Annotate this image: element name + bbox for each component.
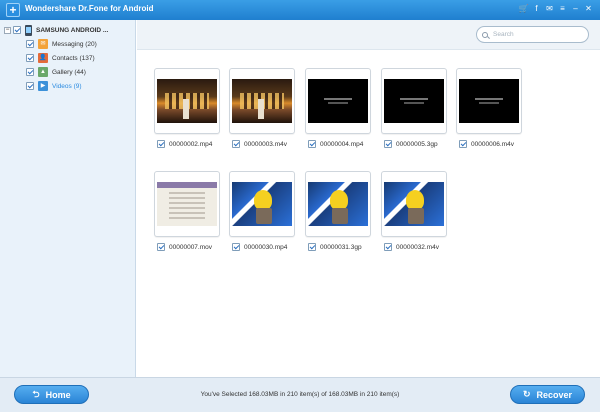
- video-filename: 00000005.3gp: [396, 140, 438, 148]
- sidebar-item-contacts[interactable]: 👤 Contacts (137): [26, 52, 95, 64]
- video-preview-image: [157, 79, 217, 123]
- cart-icon[interactable]: 🛒: [518, 3, 529, 15]
- video-preview-image: [232, 182, 292, 226]
- search-icon: [482, 31, 488, 38]
- video-thumbnail[interactable]: [456, 68, 522, 134]
- video-checkbox[interactable]: [232, 243, 240, 251]
- video-checkbox[interactable]: [459, 140, 467, 148]
- video-thumbnail[interactable]: [229, 68, 295, 134]
- video-item[interactable]: 00000003.m4v: [229, 68, 295, 149]
- sidebar-item-gallery[interactable]: ▲ Gallery (44): [26, 66, 86, 78]
- video-preview-image: [308, 182, 368, 226]
- bottom-bar: ⮌ Home You've Selected 168.03MB in 210 i…: [0, 377, 600, 412]
- video-thumbnail[interactable]: [154, 68, 220, 134]
- video-filename: 00000007.mov: [169, 243, 213, 251]
- messaging-checkbox[interactable]: [26, 40, 34, 48]
- video-preview-image: [157, 182, 217, 226]
- collapse-toggle-icon[interactable]: −: [4, 26, 11, 34]
- sidebar-item-label: Messaging (20): [52, 40, 97, 48]
- videos-icon: ▶: [38, 81, 48, 91]
- video-preview-image: [459, 79, 519, 123]
- contacts-checkbox[interactable]: [26, 54, 34, 62]
- videos-checkbox[interactable]: [26, 82, 34, 90]
- title-bar: + Wondershare Dr.Fone for Android 🛒 f ✉ …: [0, 0, 600, 20]
- video-thumbnail[interactable]: [381, 171, 447, 237]
- video-filename: 00000003.m4v: [244, 140, 288, 148]
- video-preview-image: [232, 79, 292, 123]
- device-label: SAMSUNG ANDROID ...: [36, 26, 109, 34]
- recover-button-label: Recover: [536, 389, 573, 400]
- video-filename: 00000002.mp4: [169, 140, 213, 148]
- gallery-checkbox[interactable]: [26, 68, 34, 76]
- video-filename: 00000006.m4v: [471, 140, 515, 148]
- video-item[interactable]: 00000002.mp4: [154, 68, 220, 149]
- video-checkbox[interactable]: [384, 140, 392, 148]
- search-placeholder: Search: [493, 31, 514, 38]
- feedback-icon[interactable]: ✉: [544, 3, 555, 15]
- video-item[interactable]: 00000005.3gp: [381, 68, 447, 149]
- video-preview-image: [384, 79, 444, 123]
- video-preview-image: [308, 79, 368, 123]
- facebook-icon[interactable]: f: [531, 3, 542, 15]
- video-thumbnail[interactable]: [381, 68, 447, 134]
- sidebar-item-label: Contacts (137): [52, 54, 95, 62]
- video-thumbnail[interactable]: [154, 171, 220, 237]
- file-grid-panel: Search 00000002.mp4 00000003.m4v 0000000…: [137, 20, 600, 377]
- category-sidebar: − SAMSUNG ANDROID ... ✉ Messaging (20) 👤…: [0, 20, 136, 377]
- device-node[interactable]: − SAMSUNG ANDROID ...: [4, 24, 108, 36]
- contacts-icon: 👤: [38, 53, 48, 63]
- video-checkbox[interactable]: [232, 140, 240, 148]
- gallery-icon: ▲: [38, 67, 48, 77]
- video-checkbox[interactable]: [157, 140, 165, 148]
- sidebar-item-messaging[interactable]: ✉ Messaging (20): [26, 38, 97, 50]
- video-item[interactable]: 00000004.mp4: [305, 68, 371, 149]
- close-icon[interactable]: ✕: [583, 3, 594, 15]
- messaging-icon: ✉: [38, 39, 48, 49]
- video-item[interactable]: 00000032.m4v: [381, 171, 447, 252]
- device-checkbox[interactable]: [13, 26, 21, 34]
- video-thumbnail[interactable]: [305, 68, 371, 134]
- app-logo-icon: +: [6, 3, 20, 17]
- video-item[interactable]: 00000007.mov: [154, 171, 220, 252]
- sidebar-item-label: Gallery (44): [52, 68, 86, 76]
- minimize-icon[interactable]: –: [570, 3, 581, 15]
- menu-icon[interactable]: ≡: [557, 3, 568, 15]
- video-checkbox[interactable]: [308, 140, 316, 148]
- video-item[interactable]: 00000030.mp4: [229, 171, 295, 252]
- recover-button[interactable]: ↻ Recover: [510, 385, 585, 404]
- recover-icon: ↻: [522, 389, 531, 399]
- video-filename: 00000004.mp4: [320, 140, 364, 148]
- titlebar-controls: 🛒 f ✉ ≡ – ✕: [518, 3, 594, 15]
- video-checkbox[interactable]: [157, 243, 165, 251]
- video-filename: 00000031.3gp: [320, 243, 362, 251]
- sidebar-item-label: Videos (9): [52, 82, 82, 90]
- video-preview-image: [384, 182, 444, 226]
- video-item[interactable]: 00000006.m4v: [456, 68, 522, 149]
- app-title: Wondershare Dr.Fone for Android: [25, 4, 154, 13]
- video-filename: 00000030.mp4: [244, 243, 288, 251]
- phone-icon: [25, 24, 32, 36]
- sidebar-item-videos[interactable]: ▶ Videos (9): [26, 80, 82, 92]
- video-item[interactable]: 00000031.3gp: [305, 171, 371, 252]
- video-thumbnail[interactable]: [305, 171, 371, 237]
- video-filename: 00000032.m4v: [396, 243, 440, 251]
- video-checkbox[interactable]: [384, 243, 392, 251]
- search-bar: Search: [137, 20, 600, 50]
- video-thumbnail[interactable]: [229, 171, 295, 237]
- search-input[interactable]: Search: [476, 26, 589, 43]
- video-checkbox[interactable]: [308, 243, 316, 251]
